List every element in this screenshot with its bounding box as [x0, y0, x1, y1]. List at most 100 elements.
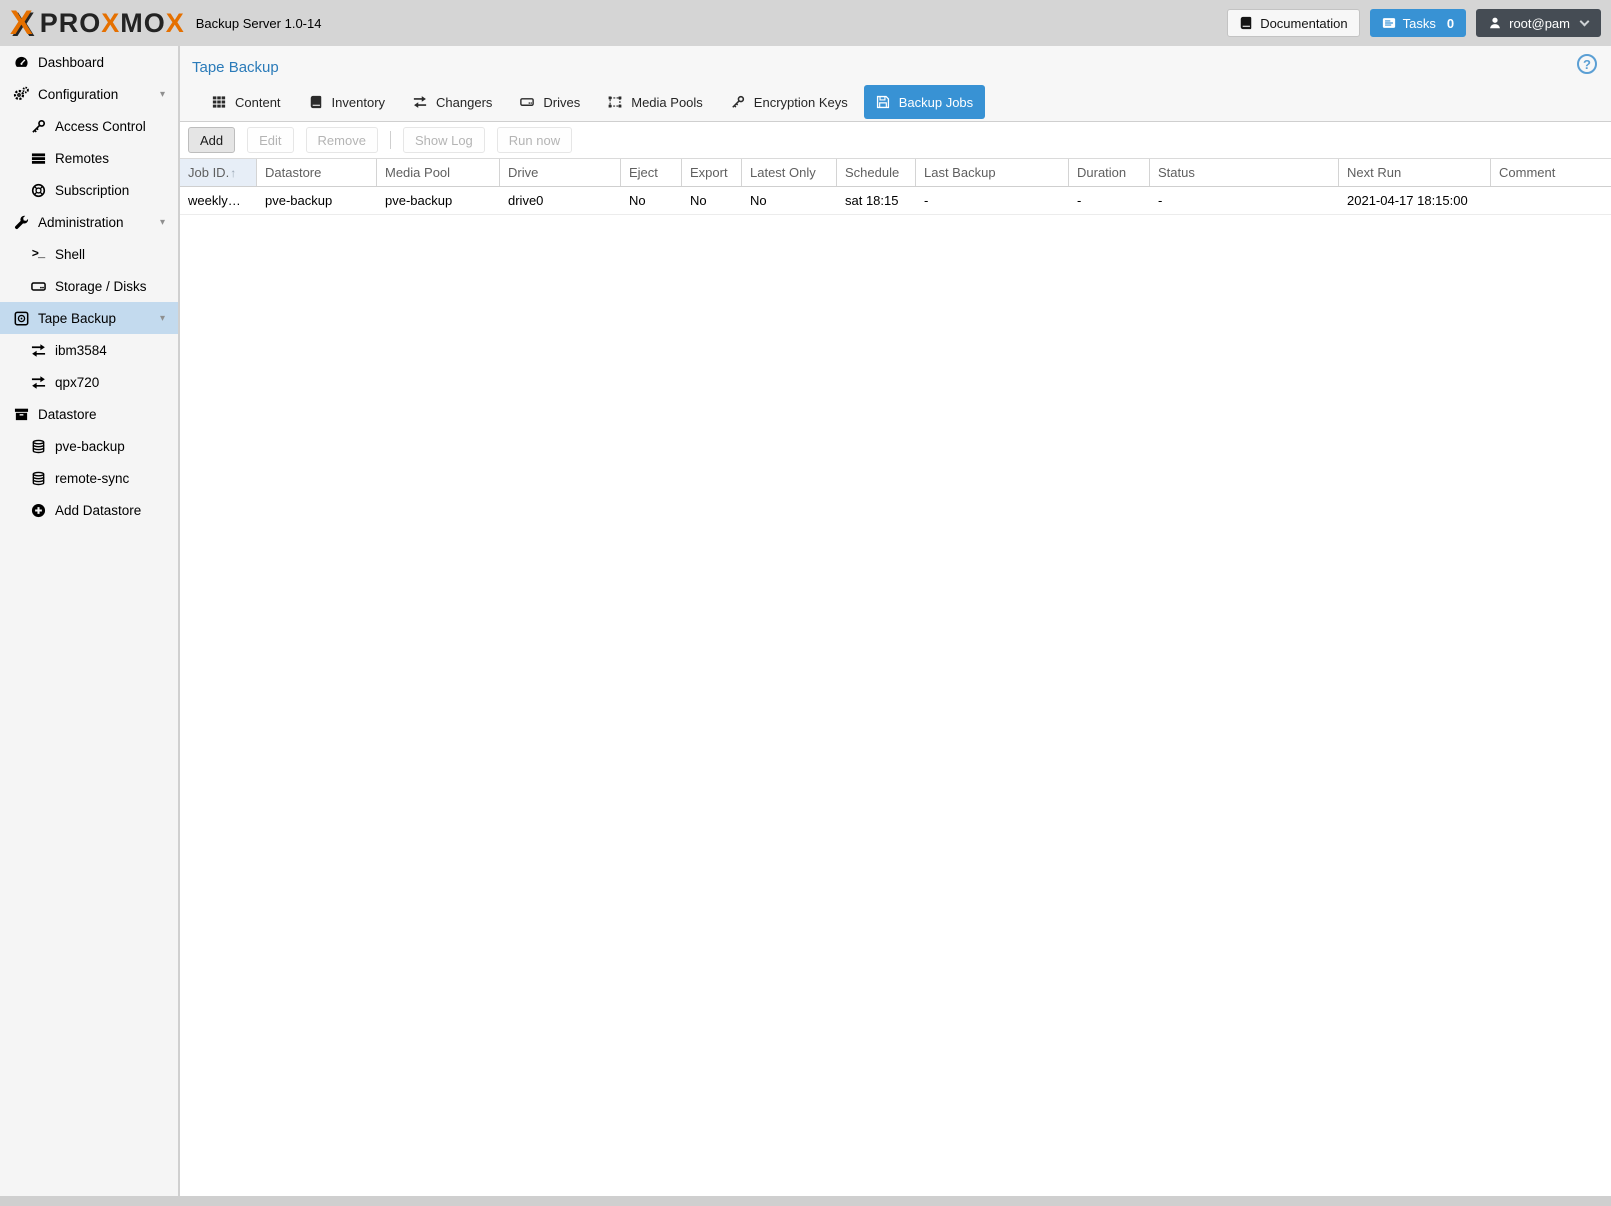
caret-down-icon[interactable]: ▾: [160, 313, 165, 324]
column-header-comment[interactable]: Comment: [1491, 159, 1611, 186]
documentation-button[interactable]: Documentation: [1227, 9, 1360, 37]
sidebar-item-ibm3584[interactable]: ibm3584: [0, 334, 178, 366]
run-now-button[interactable]: Run now: [496, 127, 573, 153]
key-icon: [29, 119, 47, 134]
database-icon: [29, 439, 47, 454]
column-header-eject[interactable]: Eject: [621, 159, 682, 186]
caret-down-icon[interactable]: ▾: [160, 217, 165, 228]
user-icon: [1488, 16, 1502, 30]
sidebar-item-pve-backup[interactable]: pve-backup: [0, 430, 178, 462]
proxmox-logo: X PROXMOX: [10, 6, 185, 40]
sidebar-item-storage-disks[interactable]: Storage / Disks: [0, 270, 178, 302]
object-group-icon: [608, 95, 622, 109]
column-header-export[interactable]: Export: [682, 159, 742, 186]
cell-latest-only: No: [750, 193, 767, 208]
tab-label: Encryption Keys: [753, 94, 848, 110]
archive-icon: [12, 407, 30, 422]
sidebar-item-add-datastore[interactable]: Add Datastore: [0, 494, 178, 526]
column-header-latest-only[interactable]: Latest Only: [742, 159, 837, 186]
tab-backup-jobs[interactable]: Backup Jobs: [863, 85, 986, 119]
tab-drives[interactable]: Drives: [508, 85, 592, 119]
user-menu-button[interactable]: root@pam: [1476, 9, 1601, 37]
column-header-duration[interactable]: Duration: [1069, 159, 1150, 186]
exchange-icon: [29, 343, 47, 358]
help-button[interactable]: ?: [1577, 54, 1597, 74]
column-header-next-run[interactable]: Next Run: [1339, 159, 1491, 186]
edit-button[interactable]: Edit: [247, 127, 294, 153]
add-button[interactable]: Add: [188, 127, 236, 153]
plus-circle-icon: [29, 503, 47, 518]
sidebar-item-label: Tape Backup: [38, 310, 117, 326]
cell-job-id: weekly…: [188, 193, 241, 208]
sidebar-item-remotes[interactable]: Remotes: [0, 142, 178, 174]
column-header-media-pool[interactable]: Media Pool: [377, 159, 500, 186]
sidebar-item-dashboard[interactable]: Dashboard: [0, 46, 178, 78]
database-icon: [29, 471, 47, 486]
sidebar-item-label: Configuration: [38, 86, 119, 102]
column-header-job-id[interactable]: Job ID. ↑: [180, 159, 257, 186]
tab-label: Inventory: [331, 94, 386, 110]
cell-schedule: sat 18:15: [845, 193, 899, 208]
sidebar-item-configuration[interactable]: Configuration ▾: [0, 78, 178, 110]
remove-button[interactable]: Remove: [305, 127, 378, 153]
tasks-count-badge: 0: [1446, 15, 1455, 31]
tab-bar: Content Inventory Changers Drives Media …: [200, 85, 989, 119]
exchange-icon: [413, 95, 427, 109]
tab-changers[interactable]: Changers: [401, 85, 504, 119]
sidebar-item-shell[interactable]: >_ Shell: [0, 238, 178, 270]
tab-label: Drives: [543, 94, 581, 110]
sidebar-item-label: Subscription: [55, 182, 130, 198]
cell-comment: [1491, 187, 1611, 214]
grid-toolbar: Add Edit Remove Show Log Run now: [180, 122, 1611, 158]
tab-media-pools[interactable]: Media Pools: [596, 85, 715, 119]
key-icon: [731, 95, 745, 109]
sidebar-item-label: Dashboard: [38, 54, 105, 70]
tab-inventory[interactable]: Inventory: [297, 85, 397, 119]
tape-icon: [12, 311, 30, 326]
tab-label: Backup Jobs: [898, 94, 974, 110]
sidebar-item-access-control[interactable]: Access Control: [0, 110, 178, 142]
tachometer-icon: [12, 55, 30, 70]
tasks-button[interactable]: Tasks 0: [1369, 9, 1467, 37]
sidebar-item-label: Storage / Disks: [55, 278, 147, 294]
cell-datastore: pve-backup: [265, 193, 333, 208]
column-header-status[interactable]: Status: [1150, 159, 1339, 186]
table-header-row: Job ID. ↑ Datastore Media Pool Drive Eje…: [180, 159, 1611, 187]
sort-ascending-icon: ↑: [230, 165, 237, 180]
column-header-last-backup[interactable]: Last Backup: [916, 159, 1069, 186]
server-list-icon: [29, 151, 47, 166]
sidebar-item-remote-sync[interactable]: remote-sync: [0, 462, 178, 494]
gears-icon: [12, 86, 30, 102]
column-header-datastore[interactable]: Datastore: [257, 159, 377, 186]
tab-encryption-keys[interactable]: Encryption Keys: [719, 85, 860, 119]
sidebar-item-label: pve-backup: [55, 438, 125, 454]
show-log-button[interactable]: Show Log: [402, 127, 485, 153]
documentation-label: Documentation: [1260, 15, 1348, 31]
sidebar-item-administration[interactable]: Administration ▾: [0, 206, 178, 238]
sidebar-item-label: Add Datastore: [55, 502, 142, 518]
tasks-label: Tasks: [1402, 15, 1436, 31]
sidebar-item-label: remote-sync: [55, 470, 130, 486]
sidebar-item-subscription[interactable]: Subscription: [0, 174, 178, 206]
caret-down-icon[interactable]: ▾: [160, 89, 165, 100]
toolbar-separator: [389, 131, 391, 149]
cell-media-pool: pve-backup: [385, 193, 453, 208]
sidebar-item-qpx720[interactable]: qpx720: [0, 366, 178, 398]
book-icon: [1239, 16, 1253, 30]
table-row[interactable]: weekly… pve-backup pve-backup drive0 No …: [180, 187, 1611, 215]
cell-drive: drive0: [508, 193, 544, 208]
column-header-drive[interactable]: Drive: [500, 159, 621, 186]
hdd-icon: [520, 95, 534, 109]
sidebar-item-label: Datastore: [38, 406, 97, 422]
exchange-icon: [29, 375, 47, 390]
tab-content[interactable]: Content: [200, 85, 293, 119]
page-title: Tape Backup: [192, 59, 279, 76]
sidebar-item-tape-backup[interactable]: Tape Backup ▾: [0, 302, 178, 334]
sidebar-item-datastore[interactable]: Datastore: [0, 398, 178, 430]
task-list-icon: [1382, 16, 1396, 30]
sidebar-item-label: Shell: [55, 246, 86, 262]
column-header-schedule[interactable]: Schedule: [837, 159, 916, 186]
main-panel: Tape Backup ? Content Inventory Changers: [180, 46, 1611, 1196]
hdd-icon: [29, 279, 47, 294]
cell-export: No: [690, 193, 707, 208]
